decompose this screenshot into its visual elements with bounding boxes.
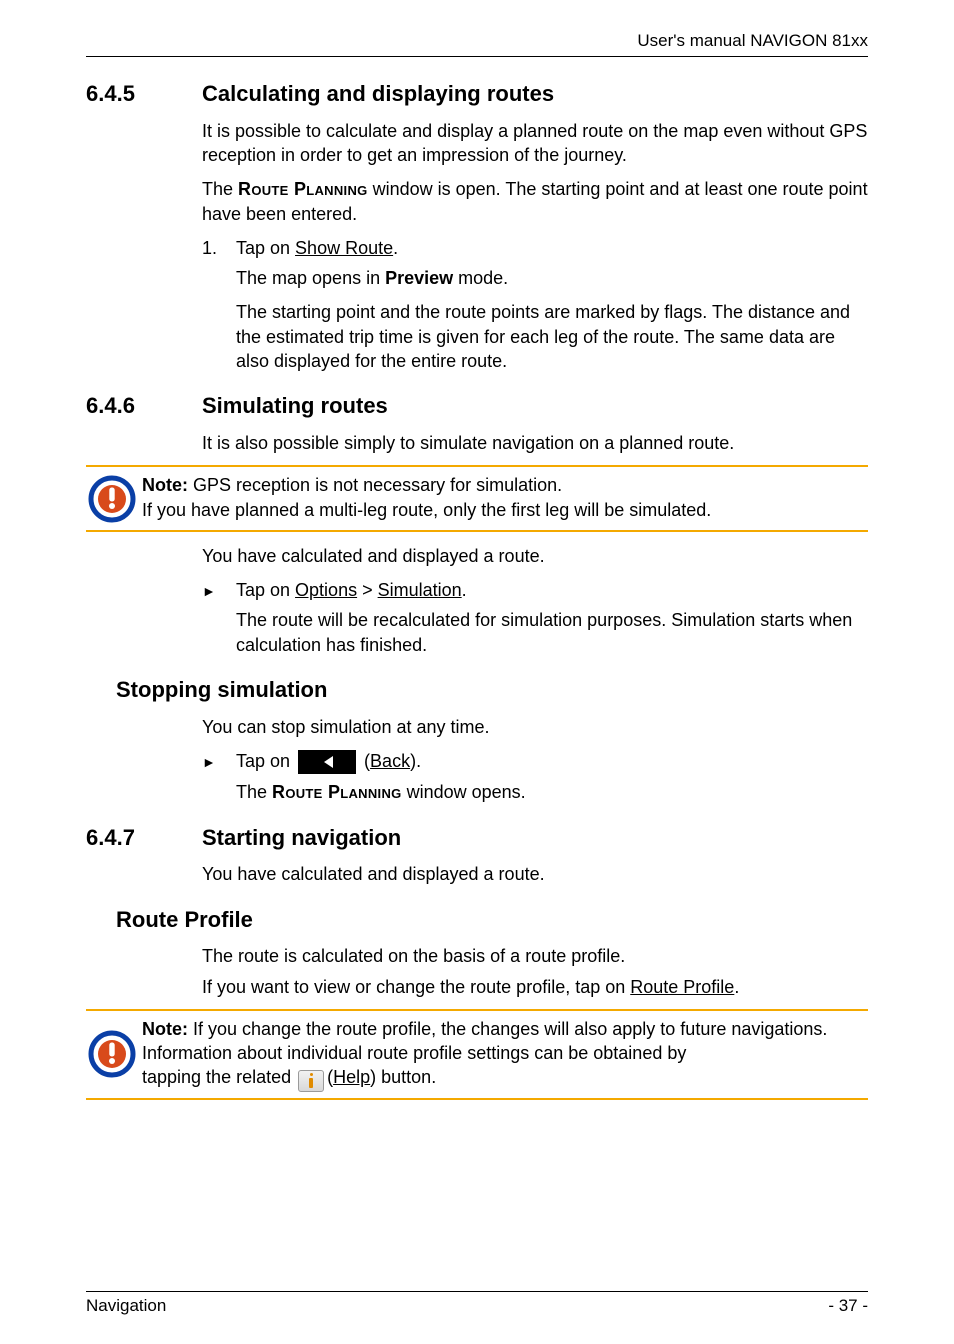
ui-link-simulation[interactable]: Simulation: [378, 580, 462, 600]
mode-name: Preview: [385, 268, 453, 288]
window-name: Route Planning: [272, 782, 402, 802]
text: (: [359, 751, 370, 771]
heading-title: Starting navigation: [202, 823, 401, 853]
text: If you have planned a multi-leg route, o…: [142, 498, 868, 522]
text: Tap on: [236, 238, 295, 258]
note-block: Note: GPS reception is not necessary for…: [86, 465, 868, 532]
bullet-marker: ►: [202, 749, 236, 774]
heading-6-4-7: 6.4.7 Starting navigation: [86, 823, 868, 853]
alert-icon: [86, 1030, 142, 1078]
ui-link-help[interactable]: Help: [333, 1067, 370, 1087]
text: ).: [410, 751, 421, 771]
paragraph: The route is calculated on the basis of …: [202, 944, 868, 968]
page-header: User's manual NAVIGON 81xx: [86, 30, 868, 57]
help-button-icon[interactable]: [296, 1068, 322, 1090]
heading-title: Simulating routes: [202, 391, 388, 421]
paragraph: It is possible to calculate and display …: [202, 119, 868, 168]
window-name: Route Planning: [238, 179, 368, 199]
bullet-result: The route will be recalculated for simul…: [236, 608, 868, 657]
header-right-text: User's manual NAVIGON 81xx: [637, 31, 868, 50]
text: GPS reception is not necessary for simul…: [188, 475, 562, 495]
ui-link-route-profile[interactable]: Route Profile: [630, 977, 734, 997]
paragraph: You have calculated and displayed a rout…: [202, 862, 868, 886]
ui-link-show-route[interactable]: Show Route: [295, 238, 393, 258]
paragraph: You can stop simulation at any time.: [202, 715, 868, 739]
text: Tap on: [236, 751, 295, 771]
step-result: The map opens in Preview mode.: [236, 266, 868, 290]
bullet-body: Tap on Options > Simulation.: [236, 578, 868, 602]
heading-number: 6.4.7: [86, 823, 202, 853]
paragraph: It is also possible simply to simulate n…: [202, 431, 868, 455]
bullet-body: Tap on (Back).: [236, 749, 868, 774]
text: mode.: [453, 268, 508, 288]
step-number: 1.: [202, 236, 236, 260]
paragraph: If you want to view or change the route …: [202, 975, 868, 999]
footer-left: Navigation: [86, 1295, 166, 1318]
heading-number: 6.4.5: [86, 79, 202, 109]
text: .: [393, 238, 398, 258]
subheading-route-profile: Route Profile: [116, 905, 868, 935]
text: The map opens in: [236, 268, 385, 288]
paragraph: You have calculated and displayed a rout…: [202, 544, 868, 568]
step-body: Tap on Show Route.: [236, 236, 868, 260]
page-footer: Navigation - 37 -: [86, 1291, 868, 1318]
note-text: Note: GPS reception is not necessary for…: [142, 469, 868, 528]
text: If you want to view or change the route …: [202, 977, 630, 997]
subheading-title: Route Profile: [116, 905, 253, 935]
alert-icon: [86, 475, 142, 523]
bullet-item: ► Tap on Options > Simulation.: [202, 578, 868, 602]
heading-title: Calculating and displaying routes: [202, 79, 554, 109]
note-block: Note: If you change the route profile, t…: [86, 1009, 868, 1100]
text: The: [202, 179, 238, 199]
note-label: Note:: [142, 1019, 188, 1039]
text: >: [357, 580, 378, 600]
subheading-title: Stopping simulation: [116, 675, 327, 705]
paragraph: The Route Planning window is open. The s…: [202, 177, 868, 226]
text: Tap on: [236, 580, 295, 600]
text: Information about individual route profi…: [142, 1041, 868, 1065]
footer-right: - 37 -: [828, 1295, 868, 1318]
step-result: The starting point and the route points …: [236, 300, 868, 373]
bullet-marker: ►: [202, 578, 236, 602]
bullet-item: ► Tap on (Back).: [202, 749, 868, 774]
text: tapping the related: [142, 1067, 296, 1087]
step-1: 1. Tap on Show Route.: [202, 236, 868, 260]
text: window opens.: [402, 782, 526, 802]
bullet-result: The Route Planning window opens.: [236, 780, 868, 804]
text: The: [236, 782, 272, 802]
subheading-stopping-simulation: Stopping simulation: [116, 675, 868, 705]
heading-number: 6.4.6: [86, 391, 202, 421]
note-text: Note: If you change the route profile, t…: [142, 1013, 868, 1096]
heading-6-4-5: 6.4.5 Calculating and displaying routes: [86, 79, 868, 109]
ui-link-options[interactable]: Options: [295, 580, 357, 600]
back-button-icon[interactable]: [298, 750, 356, 774]
text: ) button.: [370, 1067, 436, 1087]
heading-6-4-6: 6.4.6 Simulating routes: [86, 391, 868, 421]
text: .: [462, 580, 467, 600]
ui-link-back[interactable]: Back: [370, 751, 410, 771]
note-label: Note:: [142, 475, 188, 495]
text: If you change the route profile, the cha…: [188, 1019, 827, 1039]
text: .: [734, 977, 739, 997]
